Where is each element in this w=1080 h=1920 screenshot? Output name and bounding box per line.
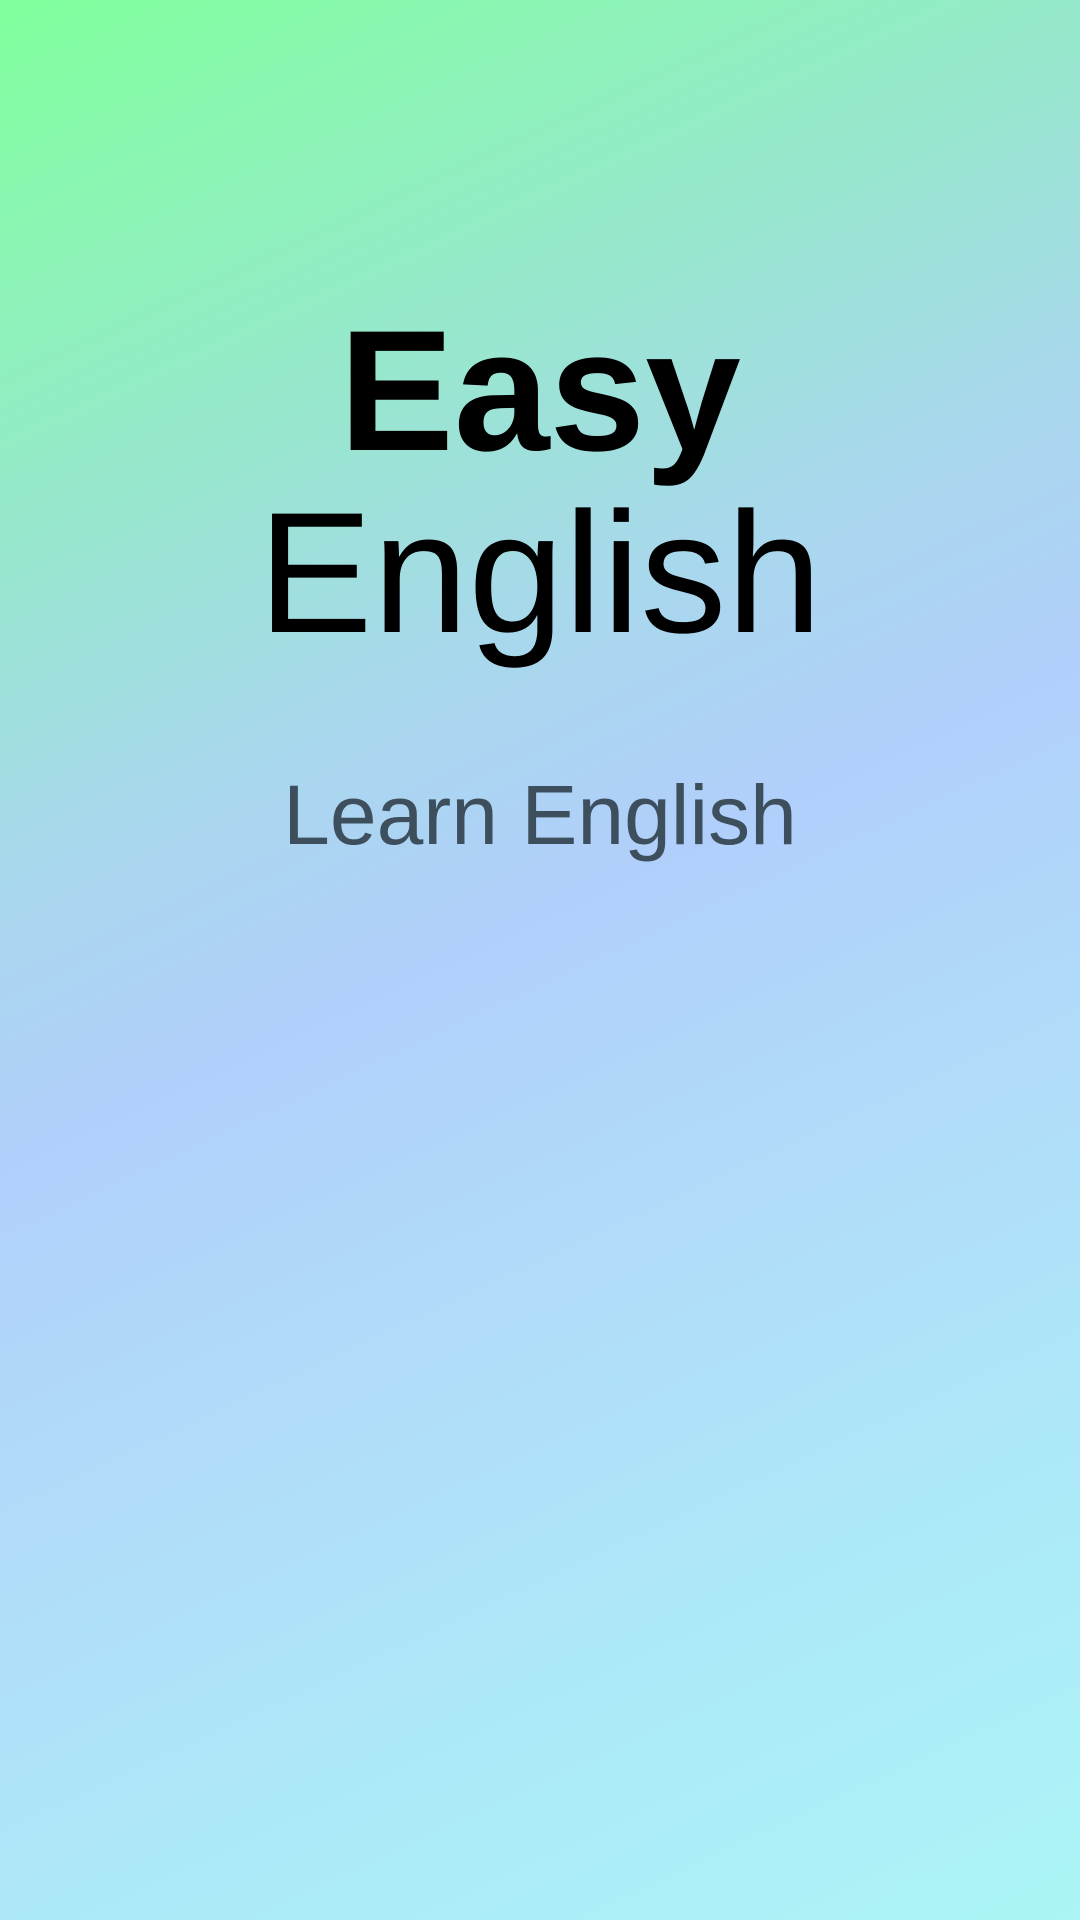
app-tagline: Learn English [283,768,797,862]
splash-screen: Easy English Learn English [0,0,1080,1920]
app-title-line-2: English [257,477,823,669]
app-title: Easy English [0,300,1080,664]
app-title-line-1: Easy [339,295,741,487]
